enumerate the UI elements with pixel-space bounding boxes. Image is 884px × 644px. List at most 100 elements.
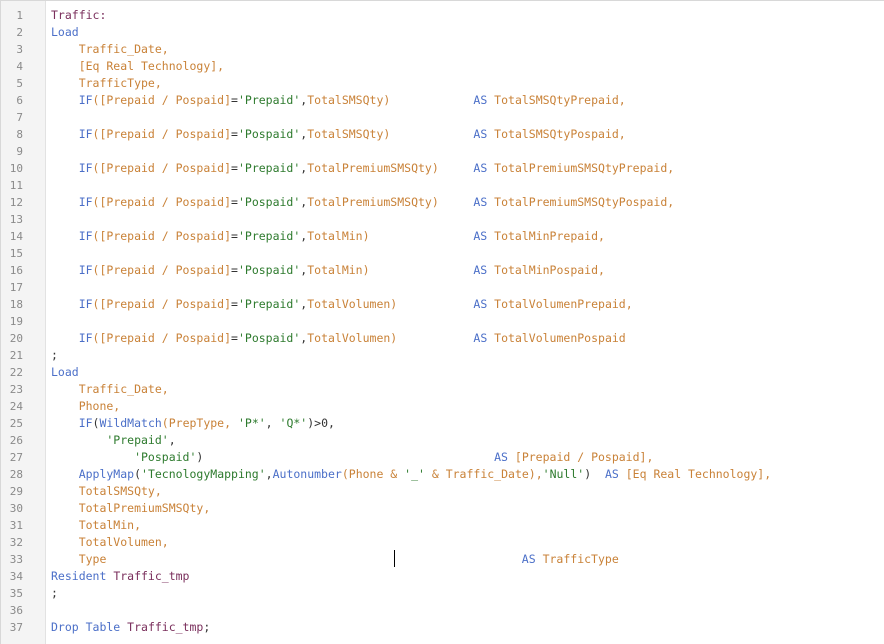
code-token: ([Prepaid / Pospaid]: [92, 127, 232, 141]
code-line[interactable]: 26 'Prepaid',: [1, 432, 884, 449]
line-number: 13: [9, 213, 23, 226]
code-line[interactable]: 2 Load: [1, 24, 884, 41]
code-token: (: [134, 467, 142, 481]
code-token: TotalVolumen): [307, 297, 398, 311]
code-line[interactable]: 5 TrafficType,: [1, 75, 884, 92]
line-number: 26: [9, 434, 23, 447]
line-number: 24: [9, 400, 23, 413]
line-number: 27: [9, 451, 23, 464]
code-line[interactable]: 9: [1, 143, 884, 160]
code-line[interactable]: 12 IF([Prepaid / Pospaid]='Pospaid',Tota…: [1, 194, 884, 211]
code-token: AS: [438, 161, 495, 175]
code-line[interactable]: 8 IF([Prepaid / Pospaid]='Pospaid',Total…: [1, 126, 884, 143]
code-token: 'Prepaid': [237, 229, 301, 243]
code-line[interactable]: 28 ApplyMap('TecnologyMapping',Autonumbe…: [1, 466, 884, 483]
code-line[interactable]: 23 Traffic_Date,: [1, 381, 884, 398]
code-text: 'Prepaid',: [51, 432, 176, 449]
code-line[interactable]: 29 TotalSMSQty,: [1, 483, 884, 500]
code-token: ): [584, 467, 605, 481]
code-token: ,: [168, 433, 176, 447]
code-line[interactable]: 13: [1, 211, 884, 228]
code-token: TotalPremiumSMSQtyPospaid,: [494, 195, 675, 209]
line-number: 12: [9, 196, 23, 209]
code-token: =: [231, 297, 238, 311]
code-text: Type AS TrafficType: [51, 551, 619, 568]
line-number: 15: [9, 247, 23, 260]
code-line[interactable]: 31 TotalMin,: [1, 517, 884, 534]
code-line[interactable]: 32 TotalVolumen,: [1, 534, 884, 551]
code-lines[interactable]: 1 Traffic: 2 Load 3 Traffic_Date, 4 [Eq Real …: [1, 7, 884, 636]
code-token: 'Pospaid': [237, 195, 301, 209]
code-text: Load: [51, 364, 79, 381]
code-token: 'Prepaid': [237, 93, 301, 107]
code-line[interactable]: 15: [1, 245, 884, 262]
code-line[interactable]: 37 Drop Table Traffic_tmp;: [1, 619, 884, 636]
code-line[interactable]: 1 Traffic:: [1, 7, 884, 24]
line-number: 17: [9, 281, 23, 294]
code-line[interactable]: 30 TotalPremiumSMSQty,: [1, 500, 884, 517]
line-number: 21: [9, 349, 23, 362]
code-line[interactable]: 36: [1, 602, 884, 619]
code-line[interactable]: 24 Phone,: [1, 398, 884, 415]
code-token: [Eq Real Technology],: [625, 467, 772, 481]
code-line[interactable]: 11: [1, 177, 884, 194]
line-number: 9: [16, 145, 23, 158]
line-number: 31: [9, 519, 23, 532]
code-line[interactable]: 18 IF([Prepaid / Pospaid]='Prepaid',Tota…: [1, 296, 884, 313]
code-token: [Eq Real Technology],: [51, 59, 225, 73]
code-token: IF: [51, 416, 93, 430]
code-line[interactable]: 17: [1, 279, 884, 296]
code-token: TotalPremiumSMSQtyPrepaid,: [494, 161, 675, 175]
code-text: IF(WildMatch(PrepType, 'P*', 'Q*')>0,: [51, 415, 335, 432]
code-line[interactable]: 22 Load: [1, 364, 884, 381]
line-number: 36: [9, 604, 23, 617]
code-text: ;: [51, 347, 58, 364]
code-token: 'Pospaid': [237, 263, 301, 277]
code-token: Load: [51, 365, 79, 379]
line-number: 10: [9, 162, 23, 175]
code-line[interactable]: 16 IF([Prepaid / Pospaid]='Pospaid',Tota…: [1, 262, 884, 279]
code-text: IF([Prepaid / Pospaid]='Prepaid',TotalSM…: [51, 92, 626, 109]
code-text: Traffic_Date,: [51, 381, 169, 398]
code-token: TrafficType,: [51, 76, 162, 90]
code-token: TotalPremiumSMSQty,: [51, 501, 211, 515]
script-editor[interactable]: 1 Traffic: 2 Load 3 Traffic_Date, 4 [Eq Real …: [0, 0, 884, 644]
line-number: 8: [16, 128, 23, 141]
code-token: AS: [203, 450, 515, 464]
code-line[interactable]: 20 IF([Prepaid / Pospaid]='Pospaid',Tota…: [1, 330, 884, 347]
code-line[interactable]: 7: [1, 109, 884, 126]
line-number: 18: [9, 298, 23, 311]
code-token: TotalPremiumSMSQty): [307, 195, 439, 209]
code-token: Resident: [51, 569, 114, 583]
code-line[interactable]: 14 IF([Prepaid / Pospaid]='Prepaid',Tota…: [1, 228, 884, 245]
code-line[interactable]: 33 Type AS TrafficType: [1, 551, 884, 568]
code-token: 'Pospaid': [51, 450, 197, 464]
code-token: 'Pospaid': [237, 331, 301, 345]
code-text: [Eq Real Technology],: [51, 58, 224, 75]
code-token: IF: [51, 127, 93, 141]
line-number: 3: [16, 43, 23, 56]
code-text: IF([Prepaid / Pospaid]='Prepaid',TotalMi…: [51, 228, 605, 245]
code-line[interactable]: 34 Resident Traffic_tmp: [1, 568, 884, 585]
code-line[interactable]: 25 IF(WildMatch(PrepType, 'P*', 'Q*')>0,: [1, 415, 884, 432]
code-token: (PrepType,: [161, 416, 238, 430]
code-token: IF: [51, 229, 93, 243]
code-line[interactable]: 6 IF([Prepaid / Pospaid]='Prepaid',Total…: [1, 92, 884, 109]
code-token: AS: [390, 127, 495, 141]
code-line[interactable]: 4 [Eq Real Technology],: [1, 58, 884, 75]
code-line[interactable]: 27 'Pospaid') AS [Prepaid / Pospaid],: [1, 449, 884, 466]
code-token: =: [231, 195, 238, 209]
code-token: 'Null': [542, 467, 585, 481]
code-line[interactable]: 10 IF([Prepaid / Pospaid]='Prepaid',Tota…: [1, 160, 884, 177]
code-line[interactable]: 3 Traffic_Date,: [1, 41, 884, 58]
line-number: 30: [9, 502, 23, 515]
code-token: AS: [397, 297, 495, 311]
line-number: 6: [16, 94, 23, 107]
code-text: IF([Prepaid / Pospaid]='Prepaid',TotalPr…: [51, 160, 675, 177]
code-token: 'P*': [237, 416, 266, 430]
code-line[interactable]: 21;: [1, 347, 884, 364]
code-token: )>0,: [307, 416, 335, 430]
code-line[interactable]: 19: [1, 313, 884, 330]
code-line[interactable]: 35;: [1, 585, 884, 602]
code-token: ([Prepaid / Pospaid]: [92, 229, 232, 243]
